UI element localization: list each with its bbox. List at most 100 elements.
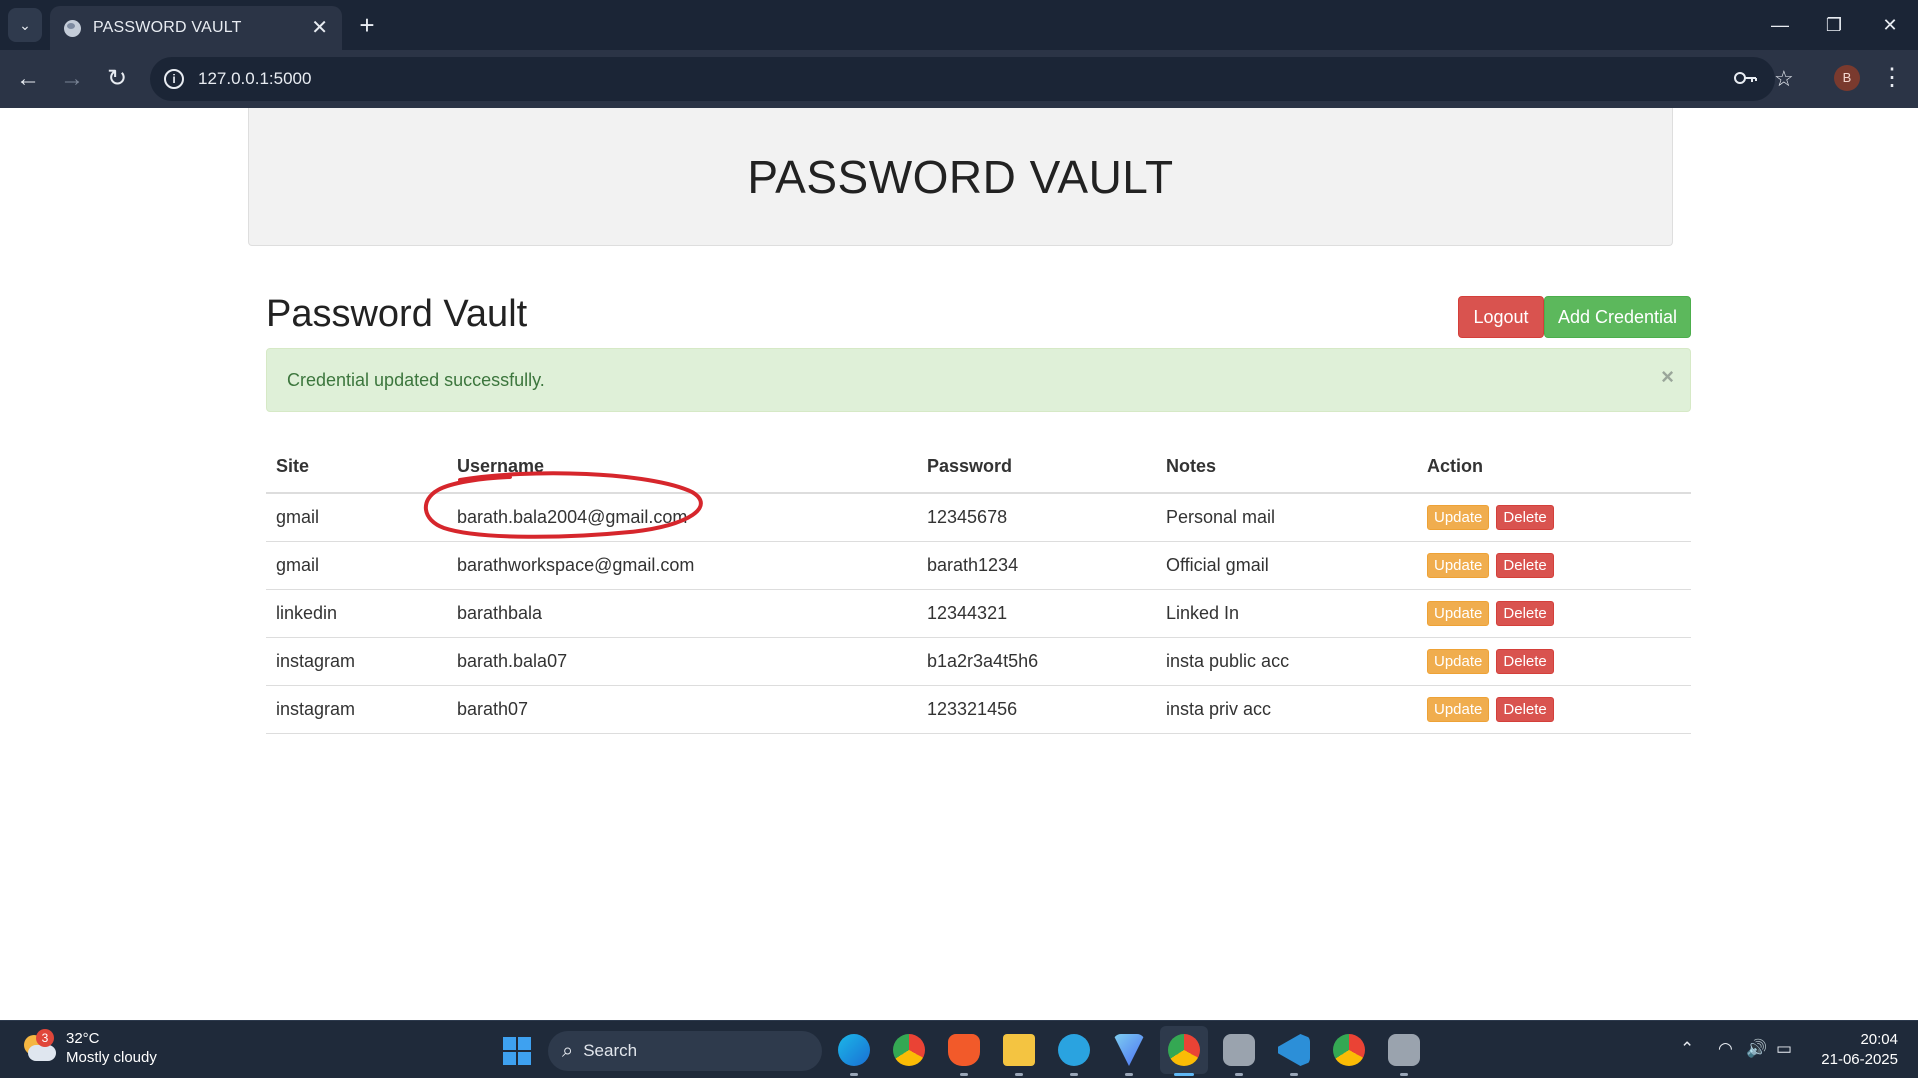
- cell-site: linkedin: [266, 589, 447, 638]
- credentials-table: Site Username Password Notes Action gmai…: [266, 441, 1691, 734]
- volume-icon[interactable]: 🔊: [1746, 1038, 1767, 1060]
- cell-notes: Official gmail: [1156, 541, 1417, 590]
- url-text: 127.0.0.1:5000: [198, 69, 312, 88]
- chrome-icon[interactable]: [893, 1034, 925, 1066]
- chrome-alt-icon[interactable]: [1333, 1034, 1365, 1066]
- app-icon[interactable]: [1223, 1034, 1255, 1066]
- tab-title: PASSWORD VAULT: [93, 19, 242, 36]
- close-window-button[interactable]: ✕: [1875, 10, 1905, 40]
- cell-notes: insta public acc: [1156, 637, 1417, 686]
- browser-tab[interactable]: PASSWORD VAULT ✕: [50, 6, 342, 50]
- cell-site: gmail: [266, 541, 447, 590]
- password-key-icon[interactable]: [1734, 67, 1758, 91]
- success-alert: Credential updated successfully. ×: [266, 348, 1691, 412]
- table-row: linkedin barathbala 12344321 Linked In U…: [266, 589, 1691, 638]
- page-title: Password Vault: [266, 293, 528, 335]
- browser-toolbar: ← → ↻ i 127.0.0.1:5000 ☆: [0, 50, 1918, 108]
- weather-desc: Mostly cloudy: [66, 1049, 157, 1066]
- table-row: instagram barath.bala07 b1a2r3a4t5h6 ins…: [266, 637, 1691, 686]
- delete-button[interactable]: Delete: [1496, 600, 1554, 626]
- cell-username: barathbala: [447, 589, 917, 638]
- delete-button[interactable]: Delete: [1496, 696, 1554, 722]
- minimize-button[interactable]: —: [1765, 10, 1795, 40]
- header-site: Site: [266, 441, 447, 494]
- tab-search-button[interactable]: ⌄: [8, 8, 42, 42]
- telegram-icon[interactable]: [1058, 1034, 1090, 1066]
- header-password: Password: [917, 441, 1156, 494]
- cell-notes: Linked In: [1156, 589, 1417, 638]
- clock-date: 21-06-2025: [1821, 1051, 1898, 1068]
- cell-action: Update Delete: [1417, 637, 1691, 686]
- site-info-icon[interactable]: i: [164, 69, 184, 89]
- system-clock[interactable]: 20:04 21-06-2025: [1808, 1030, 1898, 1070]
- file-explorer-icon[interactable]: [1003, 1034, 1035, 1066]
- browser-tab-bar: ⌄ PASSWORD VAULT ✕ + — ❐ ✕: [0, 0, 1918, 50]
- header-action: Action: [1417, 441, 1691, 494]
- cell-password: 12344321: [917, 589, 1156, 638]
- bookmark-star-icon[interactable]: ☆: [1774, 67, 1794, 91]
- update-button[interactable]: Update: [1427, 696, 1490, 722]
- alert-message: Credential updated successfully.: [287, 369, 545, 390]
- weather-temp: 32°C: [66, 1030, 100, 1047]
- battery-icon[interactable]: ▭: [1776, 1038, 1792, 1060]
- banner-title: PASSWORD VAULT: [747, 150, 1174, 203]
- cell-action: Update Delete: [1417, 685, 1691, 734]
- cell-notes: Personal mail: [1156, 493, 1417, 542]
- cell-password: 12345678: [917, 493, 1156, 542]
- vpn-app-icon[interactable]: [1113, 1034, 1145, 1066]
- brave-icon[interactable]: [948, 1034, 980, 1066]
- clock-time: 20:04: [1860, 1031, 1898, 1048]
- address-bar[interactable]: i 127.0.0.1:5000 ☆: [150, 57, 1794, 101]
- weather-badge: 3: [36, 1029, 54, 1047]
- restore-button[interactable]: ❐: [1819, 10, 1849, 40]
- delete-button[interactable]: Delete: [1496, 504, 1554, 530]
- cell-action: Update Delete: [1417, 589, 1691, 638]
- cell-site: instagram: [266, 685, 447, 734]
- cell-username: barathworkspace@gmail.com: [447, 541, 917, 590]
- cell-username: barath.bala07: [447, 637, 917, 686]
- new-tab-button[interactable]: +: [352, 10, 382, 40]
- table-row: gmail barath.bala2004@gmail.com 12345678…: [266, 493, 1691, 542]
- weather-widget[interactable]: 3 32°C Mostly cloudy: [22, 1029, 157, 1067]
- cell-site: gmail: [266, 493, 447, 542]
- forward-button[interactable]: →: [56, 63, 88, 95]
- windows-start-icon[interactable]: [503, 1037, 531, 1065]
- chrome-profile-icon[interactable]: [1168, 1034, 1200, 1066]
- cell-password: barath1234: [917, 541, 1156, 590]
- cell-notes: insta priv acc: [1156, 685, 1417, 734]
- banner: PASSWORD VAULT: [248, 108, 1673, 246]
- search-icon: ⌕: [562, 1039, 574, 1062]
- edge-icon[interactable]: [838, 1034, 870, 1066]
- add-credential-button[interactable]: Add Credential: [1544, 296, 1691, 338]
- chevron-down-icon: ⌄: [19, 16, 31, 33]
- browser-menu-icon[interactable]: ⋮: [1880, 60, 1904, 96]
- table-row: instagram barath07 123321456 insta priv …: [266, 685, 1691, 734]
- header-username: Username: [447, 441, 917, 494]
- page-content: PASSWORD VAULT Password Vault Logout Add…: [0, 108, 1918, 1020]
- cloud-sun-icon: 3: [22, 1029, 56, 1063]
- delete-button[interactable]: Delete: [1496, 552, 1554, 578]
- back-button[interactable]: ←: [12, 63, 44, 95]
- chevron-up-icon[interactable]: ⌃: [1680, 1038, 1694, 1060]
- cell-action: Update Delete: [1417, 493, 1691, 542]
- close-icon[interactable]: ×: [1661, 365, 1674, 389]
- update-button[interactable]: Update: [1427, 648, 1490, 674]
- update-button[interactable]: Update: [1427, 552, 1490, 578]
- search-label: Search: [583, 1041, 638, 1060]
- cell-username: barath.bala2004@gmail.com: [447, 493, 917, 542]
- wifi-icon[interactable]: ◠: [1718, 1038, 1733, 1060]
- reload-button[interactable]: ↻: [101, 63, 133, 95]
- update-button[interactable]: Update: [1427, 600, 1490, 626]
- logout-button[interactable]: Logout: [1458, 296, 1544, 338]
- vscode-icon[interactable]: [1278, 1034, 1310, 1066]
- header-notes: Notes: [1156, 441, 1417, 494]
- cell-site: instagram: [266, 637, 447, 686]
- update-button[interactable]: Update: [1427, 504, 1490, 530]
- close-tab-icon[interactable]: ✕: [311, 18, 328, 38]
- app-icon[interactable]: [1388, 1034, 1420, 1066]
- delete-button[interactable]: Delete: [1496, 648, 1554, 674]
- table-header-row: Site Username Password Notes Action: [266, 441, 1691, 494]
- profile-avatar[interactable]: B: [1834, 65, 1860, 91]
- table-row: gmail barathworkspace@gmail.com barath12…: [266, 541, 1691, 590]
- taskbar-search[interactable]: ⌕ Search: [548, 1031, 822, 1071]
